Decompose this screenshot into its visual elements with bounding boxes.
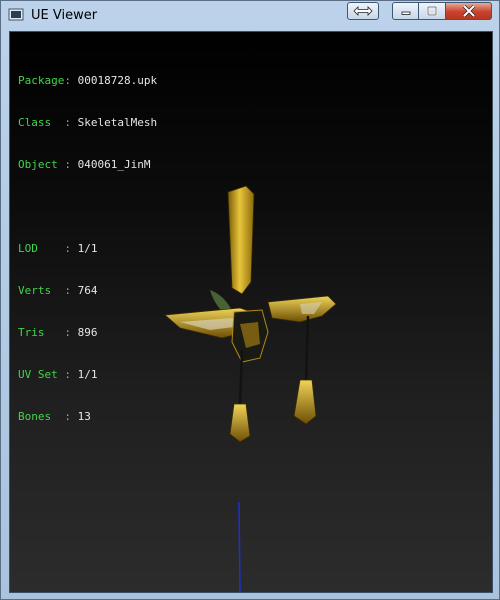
maximize-button[interactable] [419,2,446,20]
title-bar[interactable]: UE Viewer [1,1,499,31]
left-tassel [229,403,251,443]
close-button[interactable] [446,2,492,20]
maximize-icon [426,6,438,16]
minimize-button[interactable] [392,2,419,20]
swap-view-button[interactable] [347,2,379,20]
right-tassel [293,379,317,425]
right-tassel-cord [304,315,310,383]
swap-arrows-icon [353,6,373,16]
blade-shape [227,185,255,295]
skeletal-mesh-render [164,185,337,592]
3d-viewport[interactable]: Package: 00018728.upk Class : SkeletalMe… [9,31,493,593]
minimize-icon [401,11,410,15]
close-icon [462,5,475,17]
app-icon [8,8,24,21]
app-window: UE Viewer Package: 00018728.upk Class: … [0,0,500,600]
axis-line [238,501,241,592]
window-title: UE Viewer [31,8,98,23]
